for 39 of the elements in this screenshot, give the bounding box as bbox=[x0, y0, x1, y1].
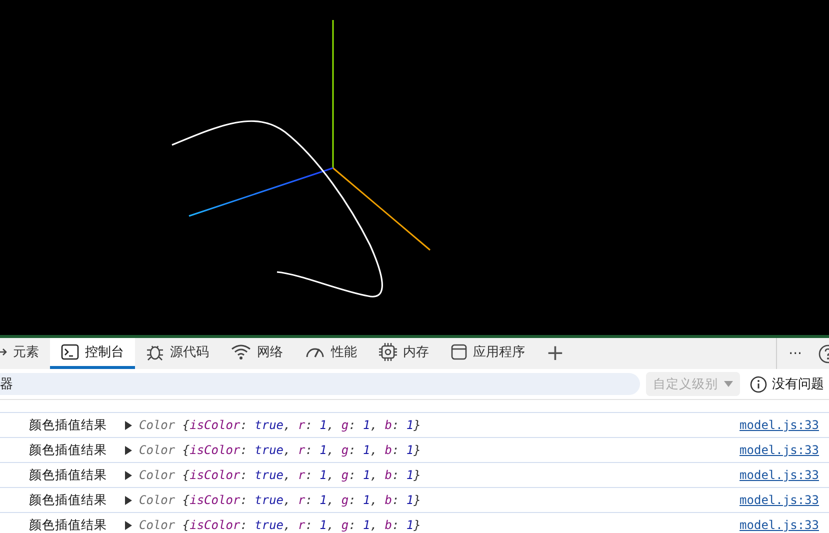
expand-triangle-icon[interactable] bbox=[125, 446, 132, 454]
source-link[interactable]: model.js:33 bbox=[740, 493, 819, 507]
log-message: 颜色插值结果 bbox=[29, 516, 108, 533]
expand-triangle-icon[interactable] bbox=[125, 420, 132, 430]
bug-icon bbox=[146, 343, 164, 361]
devtools-tab[interactable]: 元素 bbox=[0, 338, 50, 369]
devtools-tab[interactable]: 网络 bbox=[220, 338, 294, 369]
log-message: 颜色插值结果 bbox=[29, 492, 108, 508]
more-button[interactable]: ··· bbox=[786, 346, 804, 362]
filter-field[interactable]: 器 bbox=[0, 373, 640, 395]
devtools-tab[interactable]: 应用程序 bbox=[440, 338, 536, 369]
object-preview: Color {isColor: true, r: 1, g: 1, b: 1} bbox=[139, 468, 421, 482]
devtools-tab[interactable]: 源代码 bbox=[135, 338, 220, 369]
log-message: 颜色插值结果 bbox=[29, 466, 108, 484]
expand-triangle-icon[interactable] bbox=[125, 470, 132, 480]
object-preview: Color {isColor: true, r: 1, g: 1, b: 1} bbox=[139, 443, 421, 457]
console-icon bbox=[61, 344, 79, 360]
source-link[interactable]: model.js:33 bbox=[740, 518, 819, 532]
source-link[interactable]: model.js:33 bbox=[740, 418, 819, 432]
log-message: 颜色插值结果 bbox=[29, 416, 108, 434]
chip-icon bbox=[379, 343, 397, 361]
help-icon[interactable] bbox=[818, 344, 829, 364]
expand-triangle-icon[interactable] bbox=[125, 520, 132, 530]
log-message: 颜色插值结果 bbox=[29, 442, 108, 458]
object-preview: Color {isColor: true, r: 1, g: 1, b: 1} bbox=[139, 418, 421, 432]
add-tab-button[interactable]: + bbox=[536, 338, 574, 369]
info-icon bbox=[750, 376, 767, 392]
caret-icon bbox=[724, 381, 733, 387]
wifi-icon bbox=[231, 344, 251, 360]
object-preview: Color {isColor: true, r: 1, g: 1, b: 1} bbox=[139, 518, 421, 532]
devtools-tab[interactable]: 内存 bbox=[368, 338, 440, 369]
source-link[interactable]: model.js:33 bbox=[740, 468, 819, 482]
devtools-tab[interactable]: 控制台 bbox=[50, 338, 135, 369]
source-link[interactable]: model.js:33 bbox=[740, 443, 819, 457]
issues-status: 没有问题 bbox=[772, 376, 824, 393]
window-icon bbox=[451, 344, 467, 360]
expand-triangle-icon[interactable] bbox=[125, 496, 132, 504]
object-preview: Color {isColor: true, r: 1, g: 1, b: 1} bbox=[139, 493, 421, 507]
devtools-tab[interactable]: 性能 bbox=[294, 338, 368, 369]
